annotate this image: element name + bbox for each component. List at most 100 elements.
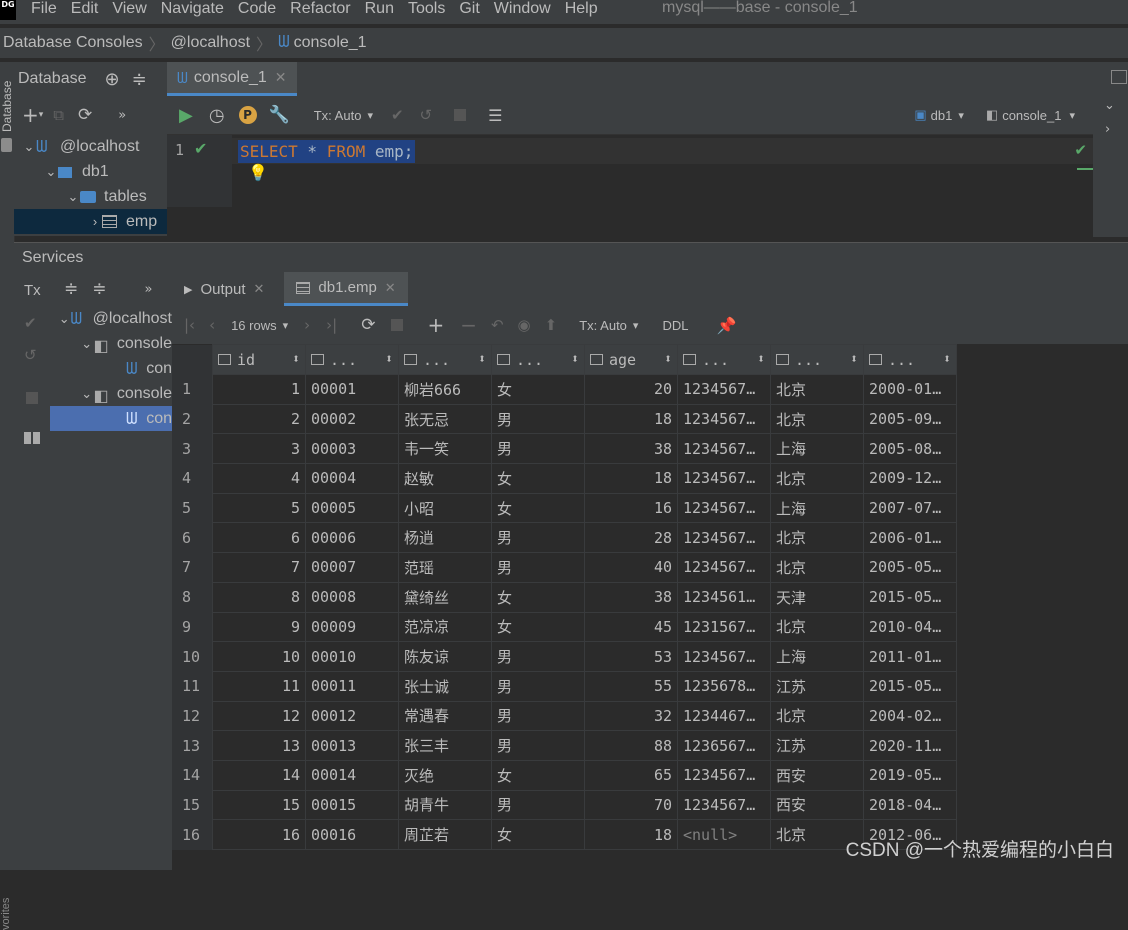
close-icon[interactable]: ✕ bbox=[275, 70, 287, 86]
table-cell[interactable]: 常遇春 bbox=[398, 700, 492, 732]
table-cell[interactable]: 00013 bbox=[305, 730, 399, 761]
table-cell[interactable]: 88 bbox=[584, 730, 678, 761]
chevron-right-icon[interactable]: › bbox=[88, 214, 102, 229]
table-cell[interactable]: 胡青牛 bbox=[398, 789, 492, 821]
delete-row-icon[interactable]: − bbox=[460, 313, 477, 337]
database-tool-window-button[interactable]: Database bbox=[0, 81, 14, 132]
table-cell[interactable]: 小昭 bbox=[398, 492, 492, 524]
table-cell[interactable]: 张无忌 bbox=[398, 403, 492, 435]
table-cell[interactable]: 男 bbox=[491, 403, 585, 435]
table-cell[interactable]: 范凉凉 bbox=[398, 611, 492, 643]
table-cell[interactable]: 1234567… bbox=[677, 492, 771, 524]
table-cell[interactable]: 5 bbox=[212, 492, 306, 524]
table-cell[interactable]: 张三丰 bbox=[398, 730, 492, 761]
more-icon[interactable]: » bbox=[118, 108, 126, 123]
table-cell[interactable]: 12 bbox=[212, 700, 306, 732]
stop-icon[interactable] bbox=[454, 109, 467, 121]
table-cell[interactable]: 男 bbox=[491, 730, 585, 761]
table-cell[interactable]: 2000-01… bbox=[863, 374, 957, 405]
table-cell[interactable]: 北京 bbox=[770, 463, 864, 494]
table-cell[interactable]: 00001 bbox=[305, 374, 399, 405]
intention-bulb-icon[interactable]: 💡 bbox=[248, 163, 268, 182]
table-cell[interactable]: 范瑶 bbox=[398, 552, 492, 583]
next-page-icon[interactable]: › bbox=[304, 316, 310, 334]
menu-edit[interactable]: Edit bbox=[71, 0, 99, 18]
table-cell[interactable]: 西安 bbox=[770, 789, 864, 821]
menu-navigate[interactable]: Navigate bbox=[161, 0, 224, 18]
table-cell[interactable]: 江苏 bbox=[770, 730, 864, 761]
table-cell[interactable]: 韦一笑 bbox=[398, 433, 492, 465]
table-cell[interactable]: 女 bbox=[491, 819, 585, 850]
row-number[interactable]: 5 bbox=[172, 493, 213, 523]
sort-icon[interactable]: ⬍ bbox=[943, 352, 951, 367]
table-cell[interactable]: 2 bbox=[212, 403, 306, 435]
row-number[interactable]: 1 bbox=[172, 374, 213, 405]
refresh-icon[interactable]: ⟳ bbox=[78, 105, 92, 125]
table-cell[interactable]: 00009 bbox=[305, 611, 399, 643]
table-cell[interactable]: 53 bbox=[584, 641, 678, 672]
table-cell[interactable]: 2009-12… bbox=[863, 463, 957, 494]
table-cell[interactable]: 张士诚 bbox=[398, 670, 492, 702]
table-cell[interactable]: 1234561… bbox=[677, 581, 771, 613]
table-cell[interactable]: 2006-01… bbox=[863, 522, 957, 554]
table-cell[interactable]: 00015 bbox=[305, 789, 399, 821]
sort-icon[interactable]: ⬍ bbox=[292, 352, 300, 367]
row-number[interactable]: 3 bbox=[172, 433, 213, 464]
more-icon[interactable]: » bbox=[145, 282, 153, 297]
table-cell[interactable]: 00003 bbox=[305, 433, 399, 465]
table-cell[interactable]: 上海 bbox=[770, 641, 864, 672]
sort-icon[interactable]: ⬍ bbox=[571, 352, 579, 367]
table-row[interactable]: 3 3 00003 韦一笑男 38 1234567… 上海 2005-08… bbox=[172, 433, 957, 465]
chevron-down-icon[interactable]: ▾ bbox=[958, 109, 964, 122]
tree-item-tables[interactable]: ⌄ tables bbox=[14, 184, 167, 209]
table-cell[interactable]: 18 bbox=[584, 819, 678, 850]
table-cell[interactable]: 45 bbox=[584, 611, 678, 643]
add-icon[interactable]: + bbox=[22, 103, 39, 127]
first-page-icon[interactable]: |‹ bbox=[184, 316, 195, 334]
commit-icon[interactable]: ✔ bbox=[24, 314, 37, 332]
copy-icon[interactable]: ⧉ bbox=[53, 106, 64, 124]
tree-item-localhost[interactable]: ⌄ ᗯ @localhost bbox=[14, 134, 167, 159]
chevron-down-icon[interactable]: ▾ bbox=[367, 109, 373, 122]
table-cell[interactable]: 柳岩666 bbox=[398, 374, 492, 405]
row-number[interactable]: 4 bbox=[172, 463, 213, 494]
table-cell[interactable]: 7 bbox=[212, 552, 306, 583]
table-cell[interactable]: 18 bbox=[584, 403, 678, 435]
table-cell[interactable]: 9 bbox=[212, 611, 306, 643]
table-cell[interactable]: 2010-04… bbox=[863, 611, 957, 643]
table-row[interactable]: 9 9 00009 范凉凉女 45 1231567… 北京 2010-04… bbox=[172, 611, 957, 643]
table-cell[interactable]: 女 bbox=[491, 463, 585, 494]
table-cell[interactable]: 男 bbox=[491, 700, 585, 732]
table-cell[interactable]: 1234467… bbox=[677, 700, 771, 732]
table-cell[interactable]: 男 bbox=[491, 641, 585, 672]
table-row[interactable]: 14 14 00014 灭绝女 65 1234567… 西安 2019-05… bbox=[172, 759, 957, 791]
table-cell[interactable]: 2005-09… bbox=[863, 403, 957, 435]
table-row[interactable]: 13 13 00013 张三丰男 88 1236567… 江苏 2020-11… bbox=[172, 730, 957, 761]
target-icon[interactable]: ⊕ bbox=[105, 69, 120, 90]
table-row[interactable]: 4 4 00004 赵敏女 18 1234567… 北京 2009-12… bbox=[172, 463, 957, 494]
table-cell[interactable]: 32 bbox=[584, 700, 678, 732]
sort-icon[interactable]: ⬍ bbox=[757, 352, 765, 367]
table-cell[interactable]: 上海 bbox=[770, 492, 864, 524]
submit-icon[interactable]: ⬆ bbox=[545, 316, 558, 334]
table-cell[interactable]: 65 bbox=[584, 759, 678, 791]
table-cell[interactable]: 2019-05… bbox=[863, 759, 957, 791]
table-cell[interactable]: 北京 bbox=[770, 522, 864, 554]
table-cell[interactable]: 男 bbox=[491, 433, 585, 465]
table-cell[interactable]: 6 bbox=[212, 522, 306, 554]
table-cell[interactable]: 00006 bbox=[305, 522, 399, 554]
pin-icon[interactable]: 📌 bbox=[716, 316, 736, 335]
wrench-icon[interactable]: 🔧 bbox=[269, 105, 290, 125]
table-cell[interactable]: 00002 bbox=[305, 403, 399, 435]
table-row[interactable]: 8 8 00008 黛绮丝女 38 1234561… 天津 2015-05… bbox=[172, 581, 957, 613]
table-cell[interactable]: 40 bbox=[584, 552, 678, 583]
table-cell[interactable]: 1234567… bbox=[677, 789, 771, 821]
table-cell[interactable]: 1236567… bbox=[677, 730, 771, 761]
collapse-all-icon[interactable]: ≑ bbox=[92, 279, 106, 299]
table-cell[interactable]: 00007 bbox=[305, 552, 399, 583]
column-header[interactable]: age ⬍ bbox=[584, 344, 678, 375]
menu-help[interactable]: Help bbox=[565, 0, 598, 18]
layout-icon[interactable] bbox=[24, 432, 40, 444]
table-cell[interactable]: 3 bbox=[212, 433, 306, 465]
row-count-dropdown[interactable]: 16 rows bbox=[231, 318, 277, 333]
